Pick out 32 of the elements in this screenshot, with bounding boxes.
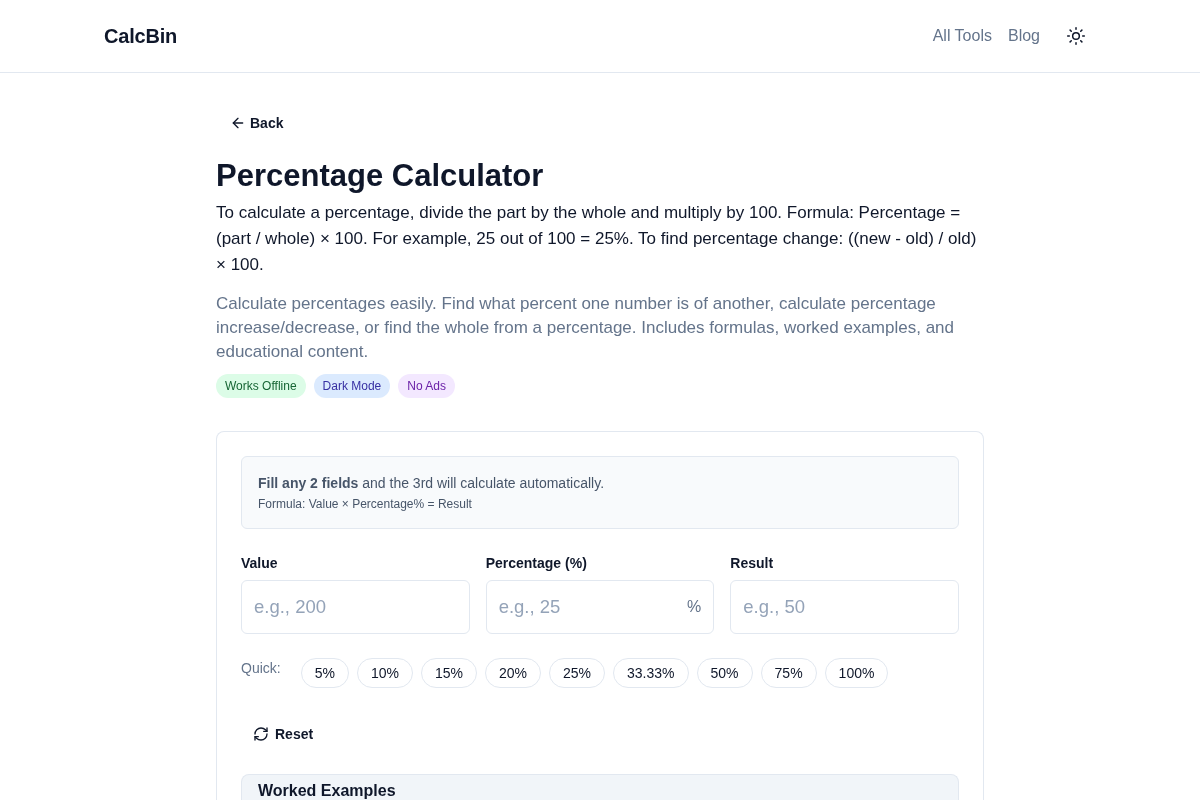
nav-link[interactable]: All Tools [932,27,992,45]
field-label: Result [730,555,775,571]
formula-text: Formula: Value × Percentage% = Result [258,496,473,512]
quick-percent-chip[interactable]: 100% [824,658,889,688]
number-input[interactable]: e.g., 200 [241,580,470,634]
quick-percent-chip[interactable]: 75% [760,658,817,688]
site-logo[interactable]: CalcBin [104,24,178,48]
quick-percent-chip[interactable]: 20% [485,658,541,688]
feature-tag: Dark Mode [313,374,391,398]
quick-label: Quick: [241,659,281,678]
feature-tag: Works Offline [216,374,306,398]
quick-percent-chip[interactable]: 15% [420,658,477,688]
refresh-icon [253,726,269,742]
sun-icon [1066,26,1086,46]
quick-percent-chip[interactable]: 33.33% [613,658,689,688]
quick-percent-chip[interactable]: 10% [356,658,413,688]
quick-percent-chip[interactable]: 50% [696,658,753,688]
page-title: Percentage Calculator [216,158,545,194]
quick-percent-chip[interactable]: 25% [549,658,606,688]
quick-percent-chip[interactable]: 5% [300,658,349,688]
feature-tag: No Ads [398,374,455,398]
field-label: Percentage (%) [485,555,588,571]
field-label: Value [241,555,279,571]
number-input[interactable]: e.g., 50 [730,580,959,634]
section-heading: Worked Examples [258,782,397,800]
back-button[interactable]: Back [218,107,296,139]
hint-text: Fill any 2 fields and the 3rd will calculate automatically. [258,474,606,492]
summary-paragraph: To calculate a percentage, divide the part by the whole and multiply by 100. Formula: Percentage = (part / whole) × 100. For example, 25 out of 100 = 25%. To find percentage change: ((new - old) / old) × 100. [216,202,978,276]
nav-link[interactable]: Blog [1007,27,1040,45]
reset-button[interactable]: Reset [241,718,326,750]
description-paragraph: Calculate percentages easily. Find what percent one number is of another, calculate percentage increase/decrease, or find the whole from a percentage. Includes formulas, worked examples, and educational content. [216,293,955,363]
unit-suffix: % [687,597,702,617]
